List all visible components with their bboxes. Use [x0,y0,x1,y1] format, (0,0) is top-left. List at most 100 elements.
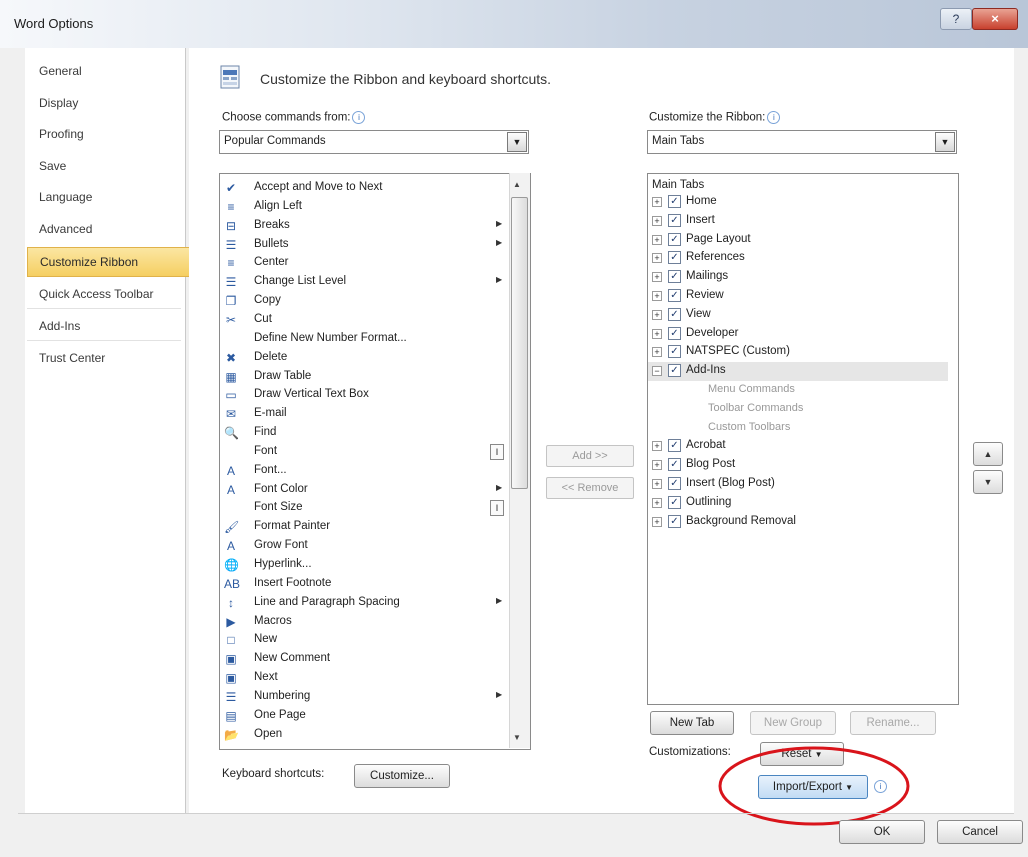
chevron-down-icon[interactable]: ▼ [507,132,527,152]
command-list-item[interactable]: □ New [220,631,510,650]
tree-item[interactable]: + ✓ Home [648,193,948,212]
close-button[interactable]: × [972,8,1018,30]
tree-item[interactable]: + ✓ Mailings [648,268,948,287]
command-list-item[interactable]: ☰ Numbering ▶ [220,688,510,707]
tree-item[interactable]: + ✓ Insert [648,212,948,231]
expand-icon[interactable]: + [652,197,662,207]
tree-child-item[interactable]: Toolbar Commands [648,400,948,419]
command-list-item[interactable]: A Grow Font [220,537,510,556]
expand-icon[interactable]: + [652,347,662,358]
command-list-item[interactable]: ▶ Macros [220,613,510,632]
tree-item[interactable]: + ✓ Page Layout [648,231,948,250]
command-list-item[interactable]: ❐ Copy [220,292,510,311]
tree-item[interactable]: + ✓ Background Removal [648,513,948,532]
command-list-item[interactable]: A Font Color ▶ [220,481,510,500]
tree-item[interactable]: + ✓ Blog Post [648,456,948,475]
checkbox[interactable]: ✓ [668,326,681,340]
checkbox[interactable]: ✓ [668,213,681,227]
nav-item-language[interactable]: Language [27,184,191,210]
checkbox[interactable]: ✓ [668,195,681,208]
expand-icon[interactable]: + [652,516,662,527]
command-list-item[interactable]: ▣ Next [220,669,510,688]
command-list-item[interactable]: ▦ Draw Table [220,368,510,387]
tree-item[interactable]: + ✓ Review [648,287,948,306]
tree-child-item[interactable]: Menu Commands [648,381,948,400]
choose-commands-dropdown[interactable]: Popular Commands ▼ [219,130,529,154]
checkbox[interactable]: ✓ [668,364,681,378]
checkbox[interactable]: ✓ [668,514,681,528]
command-list-item[interactable]: A Font... [220,462,510,481]
command-list-item[interactable]: 🌐 Hyperlink... [220,556,510,575]
command-list-item[interactable]: ☰ Change List Level ▶ [220,273,510,292]
nav-item-add-ins[interactable]: Add-Ins [27,313,191,339]
nav-item-trust-center[interactable]: Trust Center [27,345,191,371]
new-tab-button[interactable]: New Tab [650,711,734,735]
commands-list[interactable]: ✔ Accept and Move to Next ≡ Align Left ⊟ Brea… [219,173,531,750]
expand-icon[interactable]: + [652,253,662,264]
cancel-button[interactable]: Cancel [937,820,1023,844]
move-down-button[interactable]: ▼ [973,470,1003,494]
command-list-item[interactable]: AB Insert Footnote [220,575,510,594]
checkbox[interactable]: ✓ [668,307,681,321]
expand-icon[interactable]: + [652,234,662,245]
add-button[interactable]: Add >> [546,445,634,467]
scroll-down-icon[interactable]: ▼ [513,733,521,742]
expand-icon[interactable]: + [652,291,662,301]
customize-ribbon-dropdown[interactable]: Main Tabs ▼ [647,130,957,154]
ribbon-tabs-tree[interactable]: Main Tabs + ✓ Home + ✓ Insert + ✓ Page Layout + ✓ Re… [647,173,959,705]
command-list-item[interactable]: 🔍 Find [220,424,510,443]
checkbox[interactable]: ✓ [668,270,681,284]
command-list-item[interactable]: 🖌 Format Painter [220,518,510,537]
expand-icon[interactable]: + [652,479,662,489]
nav-item-display[interactable]: Display [27,90,191,116]
expand-icon[interactable]: + [652,215,662,226]
commands-scroll-thumb[interactable] [511,197,528,489]
command-list-item[interactable]: ≡ Center [220,254,510,273]
command-list-item[interactable]: ↕ Line and Paragraph Spacing ▶ [220,594,510,613]
scroll-up-icon[interactable]: ▲ [513,180,521,189]
tree-item[interactable]: + ✓ Outlining [648,494,948,513]
command-list-item[interactable]: ☰ Bullets ▶ [220,236,510,255]
checkbox[interactable]: ✓ [668,289,681,302]
expand-icon[interactable]: + [652,309,662,320]
command-list-item[interactable]: ✖ Delete [220,349,510,368]
tree-item[interactable]: + ✓ Acrobat [648,437,948,456]
nav-item-save[interactable]: Save [27,153,191,179]
nav-item-proofing[interactable]: Proofing [27,121,191,147]
command-list-item[interactable]: ✉ E-mail [220,405,510,424]
checkbox[interactable]: ✓ [668,232,681,246]
nav-item-advanced[interactable]: Advanced [27,216,191,242]
command-list-item[interactable]: ▭ Draw Vertical Text Box [220,386,510,405]
new-group-button[interactable]: New Group [750,711,836,735]
nav-item-customize-ribbon[interactable]: Customize Ribbon [27,247,193,277]
expand-icon[interactable]: + [652,441,662,452]
checkbox[interactable]: ✓ [668,458,681,472]
collapse-icon[interactable]: − [652,366,662,377]
command-list-item[interactable]: ✔ Accept and Move to Next [220,179,510,198]
customize-keyboard-button[interactable]: Customize... [354,764,450,788]
tree-item[interactable]: − ✓ Add-Ins [648,362,948,382]
chevron-down-icon[interactable]: ▼ [935,132,955,152]
nav-item-general[interactable]: General [27,58,191,84]
help-button[interactable]: ? [940,8,972,30]
command-list-item[interactable]: Font I [220,443,510,462]
command-list-item[interactable]: Font Size I [220,499,510,518]
expand-icon[interactable]: + [652,328,662,339]
ok-button[interactable]: OK [839,820,925,844]
expand-icon[interactable]: + [652,497,662,508]
checkbox[interactable]: ✓ [668,439,681,453]
rename-button[interactable]: Rename... [850,711,936,735]
tree-child-item[interactable]: Custom Toolbars [648,419,948,438]
remove-button[interactable]: << Remove [546,477,634,499]
expand-icon[interactable]: + [652,460,662,471]
command-list-item[interactable]: Define New Number Format... [220,330,510,349]
command-list-item[interactable]: 📂 Open [220,726,510,745]
command-list-item[interactable]: ✂ Cut [220,311,510,330]
nav-item-quick-access-toolbar[interactable]: Quick Access Toolbar [27,281,191,307]
tree-item[interactable]: + ✓ References [648,249,948,268]
expand-icon[interactable]: + [652,272,662,283]
command-list-item[interactable]: ▤ One Page [220,707,510,726]
checkbox[interactable]: ✓ [668,495,681,509]
command-list-item[interactable]: ▣ New Comment [220,650,510,669]
move-up-button[interactable]: ▲ [973,442,1003,466]
